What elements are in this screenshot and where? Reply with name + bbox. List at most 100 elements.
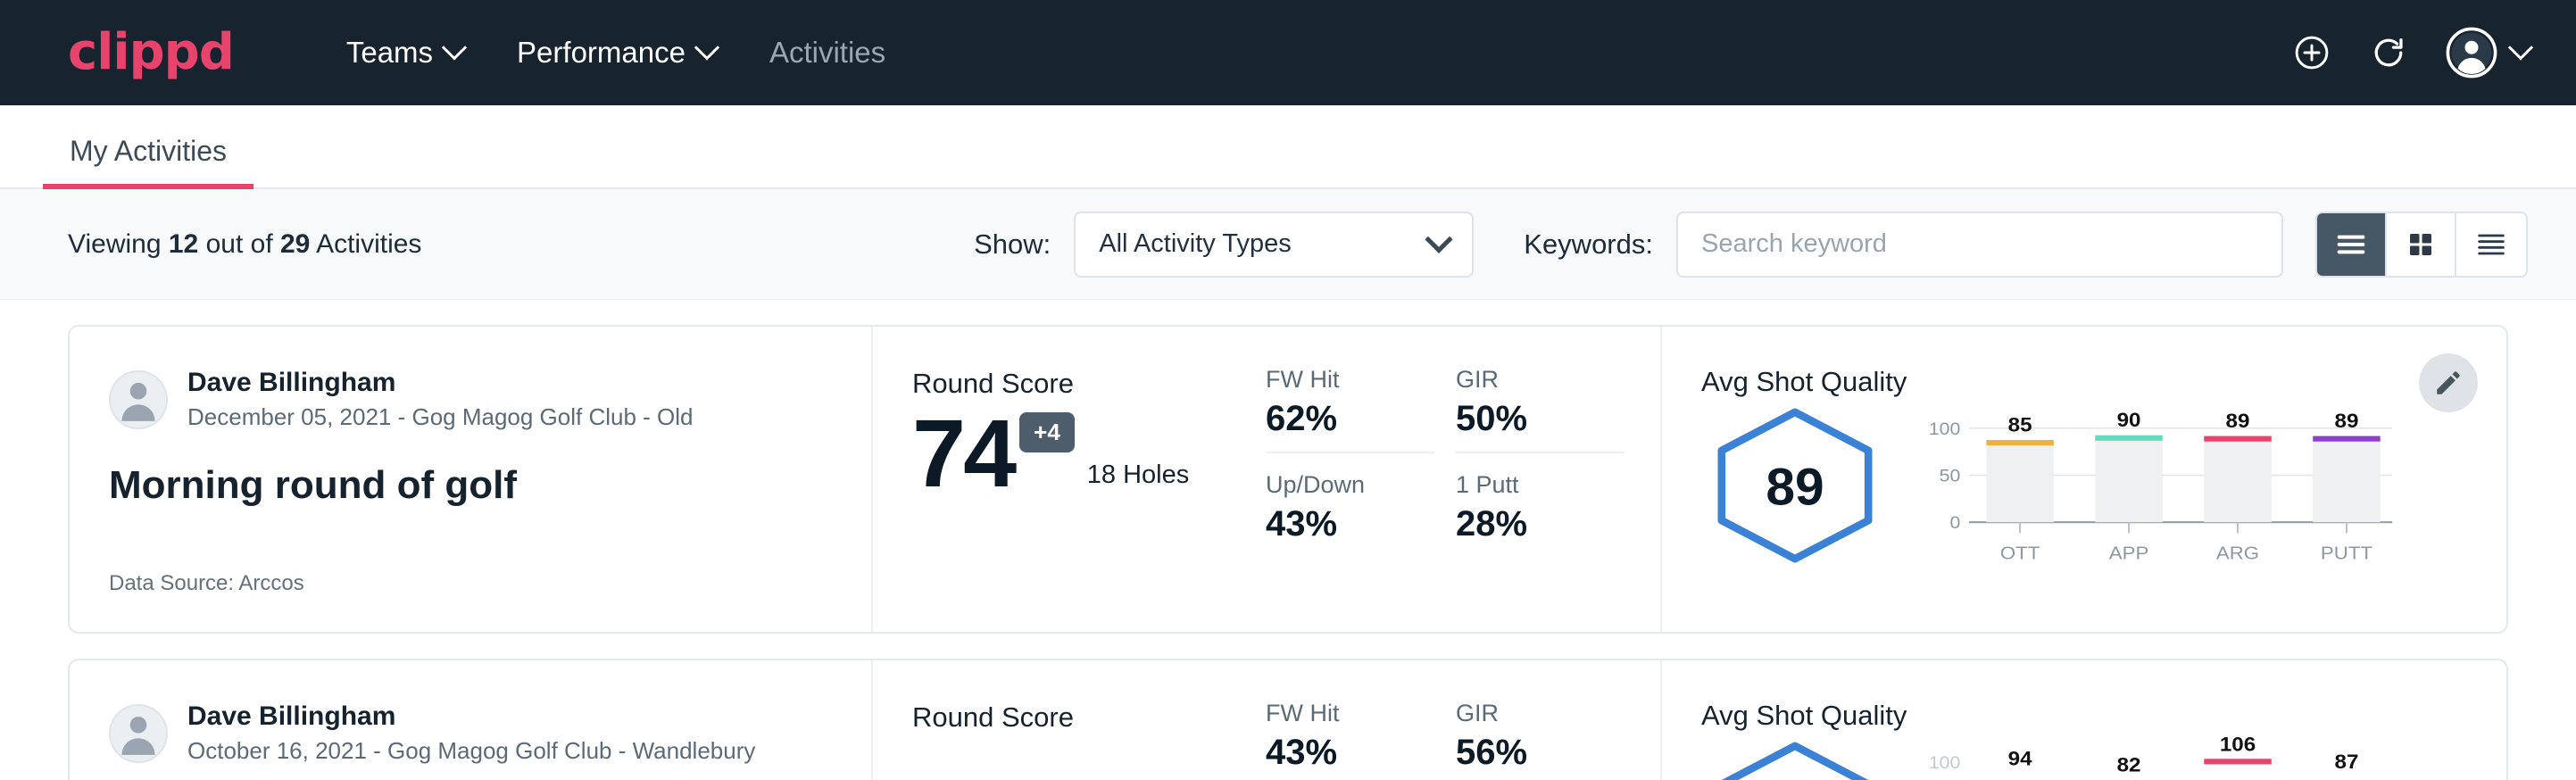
svg-text:90: 90 <box>2117 409 2141 431</box>
svg-text:82: 82 <box>2117 753 2141 776</box>
data-source: Data Source: Arccos <box>109 571 835 596</box>
avatar <box>109 704 168 763</box>
stat-one-putt: 1 Putt 28% <box>1456 471 1625 557</box>
activity-card[interactable]: Dave Billingham December 05, 2021 - Gog … <box>68 325 2508 634</box>
nav-item-performance[interactable]: Performance <box>490 27 743 79</box>
avatar <box>109 370 168 429</box>
quality-score-text: 89 <box>1766 459 1824 517</box>
viewing-count-text: Viewing 12 out of 29 Activities <box>68 229 421 260</box>
app-header: clippd Teams Performance Activities <box>0 0 2576 105</box>
main-nav: Teams Performance Activities <box>320 27 912 79</box>
viewing-count: 12 <box>169 229 198 259</box>
svg-text:ARG: ARG <box>2216 543 2259 563</box>
activity-card[interactable]: Dave Billingham October 16, 2021 - Gog M… <box>68 659 2508 780</box>
tab-bar: My Activities <box>0 105 2576 189</box>
nav-item-label: Performance <box>517 36 686 70</box>
avg-shot-quality-label: Avg Shot Quality <box>1701 700 2399 732</box>
avg-shot-quality-section: Avg Shot Quality 100 94 82 <box>1662 660 2506 780</box>
nav-item-teams[interactable]: Teams <box>320 27 490 79</box>
add-button[interactable] <box>2292 33 2331 72</box>
stat-value: 50% <box>1456 399 1625 439</box>
nav-item-label: Teams <box>346 36 433 70</box>
bar-app: 90 APP <box>2095 409 2162 563</box>
svg-text:APP: APP <box>2109 543 2149 563</box>
round-score-value: 74 <box>912 409 1014 497</box>
round-score-label: Round Score <box>912 701 1216 734</box>
activity-stats: FW Hit 43% GIR 56% <box>1234 660 1662 780</box>
chevron-down-icon <box>1425 225 1453 253</box>
stat-label: FW Hit <box>1266 700 1434 727</box>
stat-fw-hit: FW Hit 43% <box>1266 700 1434 780</box>
stat-label: GIR <box>1456 700 1625 727</box>
stat-value: 43% <box>1266 504 1434 544</box>
tab-label: My Activities <box>70 135 227 167</box>
svg-text:89: 89 <box>2226 410 2250 432</box>
bar-ott: 94 <box>2008 747 2032 769</box>
stat-label: 1 Putt <box>1456 471 1625 499</box>
svg-text:OTT: OTT <box>2000 543 2040 563</box>
score-to-par-badge: +4 <box>1019 412 1075 452</box>
svg-text:89: 89 <box>2335 410 2359 432</box>
view-toggle-grid[interactable] <box>2387 213 2456 276</box>
stat-value: 62% <box>1266 399 1434 439</box>
tab-my-activities[interactable]: My Activities <box>43 135 253 187</box>
show-label: Show: <box>974 228 1051 261</box>
svg-text:94: 94 <box>2008 747 2032 769</box>
quality-hexagon: 89 <box>1701 405 1889 566</box>
activity-info: Dave Billingham December 05, 2021 - Gog … <box>70 327 873 632</box>
stat-gir: GIR 56% <box>1456 700 1625 780</box>
holes-count: 18 Holes <box>1087 461 1189 497</box>
shot-quality-bar-chart: 100 50 0 85 OTT <box>1915 405 2399 572</box>
chevron-down-icon <box>442 35 467 60</box>
activity-stats: FW Hit 62% GIR 50% Up/Down 43% 1 Putt 28… <box>1234 327 1662 632</box>
filter-controls: Show: All Activity Types Keywords: <box>974 212 2528 278</box>
nav-item-activities[interactable]: Activities <box>743 27 912 79</box>
stat-fw-hit: FW Hit 62% <box>1266 366 1434 453</box>
svg-text:0: 0 <box>1949 514 1960 533</box>
user-menu[interactable] <box>2446 27 2530 79</box>
stat-label: GIR <box>1456 366 1625 394</box>
header-actions <box>2292 27 2530 79</box>
viewing-suffix: Activities <box>316 229 421 259</box>
search-input[interactable] <box>1676 212 2283 278</box>
activity-info: Dave Billingham October 16, 2021 - Gog M… <box>70 660 873 780</box>
viewing-prefix: Viewing <box>68 229 162 259</box>
bar-putt: 89 PUTT <box>2313 410 2380 563</box>
bar-arg: 106 <box>2204 734 2271 765</box>
edit-activity-button[interactable] <box>2419 353 2478 412</box>
view-toggle-compact[interactable] <box>2456 213 2526 276</box>
svg-text:106: 106 <box>2220 734 2256 756</box>
chevron-down-icon <box>694 35 719 60</box>
stat-label: Up/Down <box>1266 471 1434 499</box>
bar-arg: 89 ARG <box>2204 410 2271 563</box>
refresh-button[interactable] <box>2369 33 2408 72</box>
svg-text:100: 100 <box>1929 420 1961 439</box>
clippd-logo[interactable]: clippd <box>68 28 234 78</box>
round-score-label: Round Score <box>912 368 1216 400</box>
svg-text:100: 100 <box>1929 754 1961 773</box>
activity-type-value: All Activity Types <box>1099 229 1291 259</box>
activity-date-venue: October 16, 2021 - Gog Magog Golf Club -… <box>187 737 755 765</box>
activity-card-list: Dave Billingham December 05, 2021 - Gog … <box>0 300 2576 780</box>
person-name: Dave Billingham <box>187 368 694 398</box>
keywords-label: Keywords: <box>1524 228 1653 261</box>
person-name: Dave Billingham <box>187 701 755 732</box>
chevron-down-icon <box>2508 35 2533 60</box>
activity-person: Dave Billingham December 05, 2021 - Gog … <box>109 368 835 431</box>
viewing-middle: out of <box>206 229 273 259</box>
view-toggle-group <box>2315 212 2528 278</box>
svg-text:87: 87 <box>2335 751 2359 773</box>
view-toggle-list[interactable] <box>2317 213 2387 276</box>
stat-gir: GIR 50% <box>1456 366 1625 453</box>
viewing-total: 29 <box>280 229 310 259</box>
stat-value: 28% <box>1456 504 1625 544</box>
activity-date-venue: December 05, 2021 - Gog Magog Golf Club … <box>187 403 694 431</box>
bar-putt: 87 <box>2335 751 2359 773</box>
activity-title: Morning round of golf <box>109 463 835 508</box>
bar-ott: 85 OTT <box>1986 413 2053 563</box>
round-score-section: Round Score <box>873 660 1234 780</box>
activity-type-select[interactable]: All Activity Types <box>1074 212 1474 278</box>
avg-shot-quality-label: Avg Shot Quality <box>1701 366 2399 398</box>
user-avatar-icon <box>2446 27 2497 79</box>
stat-value: 56% <box>1456 733 1625 773</box>
